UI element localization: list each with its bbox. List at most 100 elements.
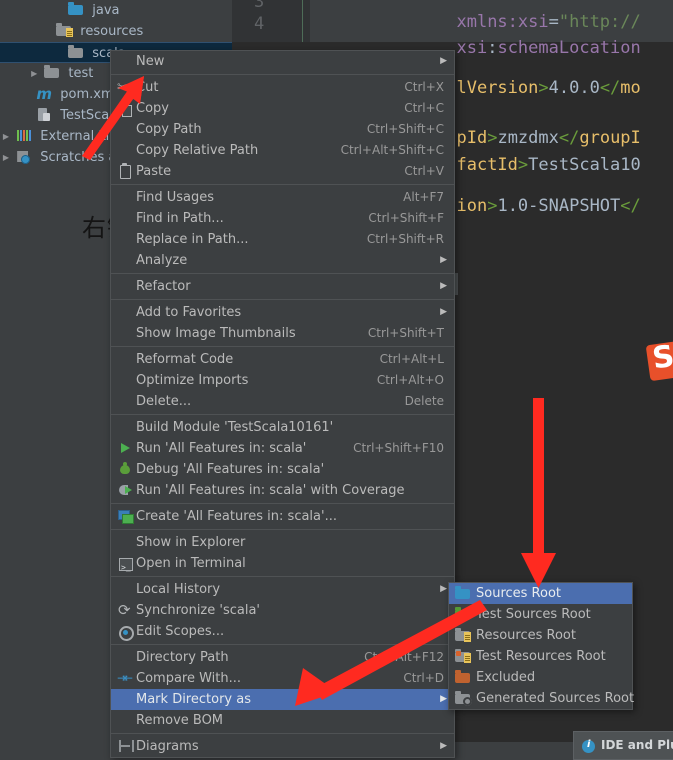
annotation-arrow-sources-root [521,398,556,588]
gutter-divider [302,0,303,42]
info-icon [582,739,595,753]
menu-separator [111,299,454,300]
code-line: factId>TestScala10 [456,155,641,175]
diagram-icon [116,736,134,757]
menu-item-label: Remove BOM [136,713,224,728]
menu-item-remove-bom[interactable]: Remove BOM [111,710,454,731]
menu-item-analyze[interactable]: Analyze ▶ [111,250,454,271]
menu-separator [111,529,454,530]
menu-separator [111,414,454,415]
terminal-icon [116,553,134,578]
menu-item-find-usages[interactable]: Find Usages Alt+F7 [111,187,454,208]
menu-item-shortcut: Ctrl+Alt+L [379,352,444,366]
editor-gutter [232,0,310,42]
menu-item-label: Run 'All Features in: scala' [136,441,307,456]
menu-item-debug[interactable]: Debug 'All Features in: scala' [111,459,454,480]
menu-item-optimize-imports[interactable]: Optimize Imports Ctrl+Alt+O [111,370,454,391]
menu-item-reformat-code[interactable]: Reformat Code Ctrl+Alt+L [111,349,454,370]
ide-notification-popup[interactable]: IDE and Plu [573,731,673,760]
menu-item-label: Local History [136,582,221,597]
menu-item-label: Replace in Path... [136,232,249,247]
menu-item-create-run-config[interactable]: Create 'All Features in: scala'... [111,506,454,527]
menu-item-build-module[interactable]: Build Module 'TestScala10161' [111,417,454,438]
menu-separator [111,184,454,185]
menu-item-show-in-explorer[interactable]: Show in Explorer [111,532,454,553]
debug-icon [116,459,134,480]
menu-item-label: Optimize Imports [136,373,249,388]
menu-item-shortcut: Ctrl+Shift+F [368,211,444,225]
scopes-icon [116,621,134,642]
menu-item-new[interactable]: New ▶ [111,51,454,72]
code-line: ion>1.0-SNAPSHOT</ [456,196,641,216]
menu-item-label: Directory Path [136,650,229,665]
menu-item-copy[interactable]: Copy Ctrl+C [111,98,454,119]
menu-item-open-in-terminal[interactable]: Open in Terminal [111,553,454,578]
run-icon [116,438,134,459]
menu-item-delete[interactable]: Delete... Delete [111,391,454,412]
menu-separator [111,346,454,347]
chevron-right-icon: ▶ [440,741,447,751]
menu-item-copy-path[interactable]: Copy Path Ctrl+Shift+C [111,119,454,140]
menu-item-copy-relative-path[interactable]: Copy Relative Path Ctrl+Alt+Shift+C [111,140,454,161]
menu-item-shortcut: Ctrl+Shift+T [367,326,444,340]
menu-item-label: Analyze [136,253,188,268]
submenu-item-label: Test Sources Root [476,607,591,622]
menu-item-label: Reformat Code [136,352,234,367]
menu-item-paste[interactable]: Paste Ctrl+V [111,161,454,182]
menu-item-label: Edit Scopes... [136,624,225,639]
chevron-right-icon[interactable]: ▶ [0,126,12,147]
submenu-item-label: Test Resources Root [476,649,606,664]
menu-item-cut[interactable]: Cut Ctrl+X [111,77,454,98]
menu-item-label: Add to Favorites [136,305,242,320]
chevron-right-icon: ▶ [440,281,447,291]
tree-item-label: java [92,3,120,18]
menu-item-replace-in-path[interactable]: Replace in Path... Ctrl+Shift+R [111,229,454,250]
menu-item-label: Refactor [136,279,191,294]
menu-item-local-history[interactable]: Local History ▶ [111,579,454,600]
folder-resources-icon [56,23,74,37]
menu-item-label: Run 'All Features in: scala' with Covera… [136,483,405,498]
menu-separator [111,74,454,75]
annotation-arrow-scala [82,76,144,160]
menu-item-label: Synchronize 'scala' [136,603,261,618]
menu-item-add-to-favorites[interactable]: Add to Favorites ▶ [111,302,454,323]
menu-item-shortcut: Delete [404,394,444,408]
menu-item-show-image-thumbnails[interactable]: Show Image Thumbnails Ctrl+Shift+T [111,323,454,344]
sogou-logo-letter: S [650,340,673,377]
sogou-ime-logo: S [645,340,673,382]
menu-item-shortcut: Ctrl+V [404,164,444,178]
menu-item-label: Delete... [136,394,192,409]
notification-text: IDE and Plu [601,738,673,752]
chevron-right-icon: ▶ [440,307,447,317]
menu-item-run-with-coverage[interactable]: Run 'All Features in: scala' with Covera… [111,480,454,501]
menu-item-shortcut: Ctrl+Shift+F10 [353,441,444,455]
menu-item-label: Debug 'All Features in: scala' [136,462,325,477]
menu-item-shortcut: Ctrl+Alt+O [376,373,444,387]
chevron-right-icon[interactable]: ▶ [28,63,40,84]
folder-blue-icon [68,2,84,16]
menu-item-shortcut: Ctrl+Shift+C [366,122,444,136]
menu-item-run[interactable]: Run 'All Features in: scala' Ctrl+Shift+… [111,438,454,459]
chevron-right-icon[interactable]: ▶ [0,147,12,168]
menu-item-shortcut: Ctrl+X [404,80,444,94]
line-number: 3 [254,0,265,12]
menu-item-shortcut: Ctrl+Alt+Shift+C [340,143,444,157]
menu-item-label: Mark Directory as [136,692,251,707]
compare-icon [116,668,134,689]
refresh-icon [116,600,134,621]
menu-item-shortcut: Alt+F7 [403,190,444,204]
clipboard-icon [116,161,134,182]
menu-item-find-in-path[interactable]: Find in Path... Ctrl+Shift+F [111,208,454,229]
menu-item-shortcut: Ctrl+C [404,101,444,115]
menu-separator [111,576,454,577]
tree-item-java[interactable]: java [0,0,232,21]
submenu-item-label: Generated Sources Root [476,691,635,706]
menu-separator [111,503,454,504]
menu-item-refactor[interactable]: Refactor ▶ [111,276,454,297]
menu-item-label: Create 'All Features in: scala'... [136,509,337,524]
chevron-right-icon: ▶ [440,255,447,265]
menu-item-shortcut: Ctrl+Shift+R [366,232,444,246]
menu-item-label: Build Module 'TestScala10161' [136,420,334,435]
menu-item-diagrams[interactable]: Diagrams ▶ [111,736,454,757]
chevron-right-icon: ▶ [440,584,447,594]
